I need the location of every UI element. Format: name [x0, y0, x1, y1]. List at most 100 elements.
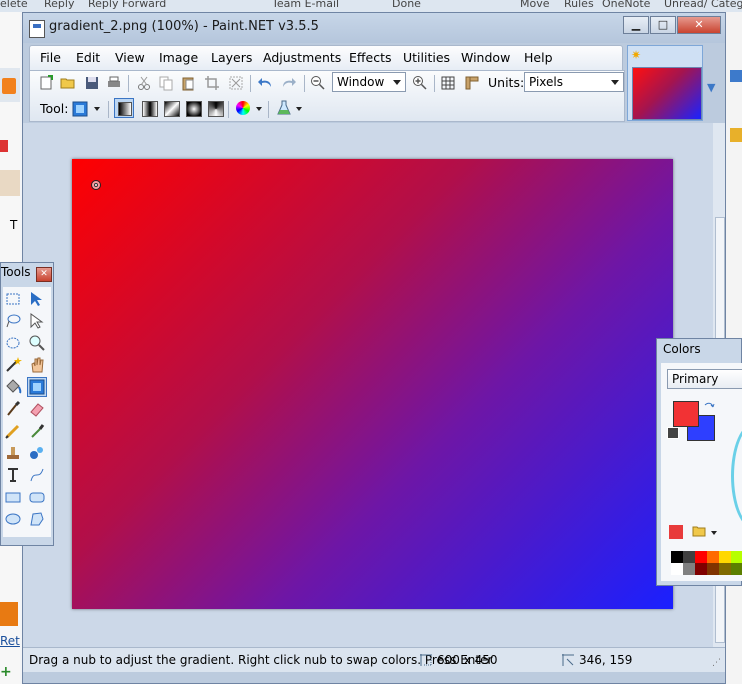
- rectangle-select-icon[interactable]: [3, 289, 23, 309]
- recolor-icon[interactable]: [27, 443, 47, 463]
- current-tool-selector[interactable]: [72, 100, 102, 118]
- maximize-button[interactable]: □: [650, 16, 676, 34]
- minimize-button[interactable]: ▁: [623, 16, 649, 34]
- gradient-nub[interactable]: [91, 180, 101, 190]
- tools-close-button[interactable]: ✕: [36, 267, 52, 282]
- toolbar-separator: [304, 75, 305, 92]
- gradient-icon: [29, 379, 45, 395]
- eraser-icon[interactable]: [27, 399, 47, 419]
- clone-stamp-icon[interactable]: [3, 443, 23, 463]
- colors-window-title[interactable]: Colors: [663, 342, 701, 356]
- palette-swatch[interactable]: [731, 563, 742, 575]
- pan-icon[interactable]: [27, 355, 47, 375]
- color-wheel[interactable]: [731, 423, 742, 529]
- ellipse-icon[interactable]: [3, 509, 23, 529]
- zoom-out-icon[interactable]: [310, 75, 326, 91]
- menu-file[interactable]: File: [40, 50, 61, 65]
- swap-colors-icon[interactable]: [703, 401, 715, 413]
- chevron-down-icon[interactable]: [296, 107, 302, 111]
- grid-icon[interactable]: [440, 75, 456, 91]
- magic-wand-icon[interactable]: [3, 355, 23, 375]
- ellipse-select-icon[interactable]: [3, 333, 23, 353]
- menu-adjustments[interactable]: Adjustments: [263, 50, 341, 65]
- crop-icon[interactable]: [204, 75, 220, 91]
- gradient-tool[interactable]: [27, 377, 47, 397]
- new-file-icon[interactable]: [38, 75, 54, 91]
- rulers-icon[interactable]: [464, 75, 480, 91]
- conical-gradient-icon[interactable]: [208, 101, 224, 117]
- move-selected-icon[interactable]: [27, 311, 47, 331]
- palette-swatch[interactable]: [719, 551, 731, 563]
- color-picker-icon[interactable]: [27, 421, 47, 441]
- move-selection-icon[interactable]: [27, 289, 47, 309]
- toolbar-separator: [128, 75, 129, 92]
- linear-reflected-gradient-icon[interactable]: [142, 101, 158, 117]
- paintbrush-icon[interactable]: [3, 399, 23, 419]
- color-mode-icon[interactable]: [236, 101, 250, 115]
- bg-strip-tan: [0, 170, 20, 196]
- palette-swatch[interactable]: [671, 563, 683, 575]
- close-button[interactable]: ✕: [677, 16, 721, 34]
- diamond-gradient-icon[interactable]: [164, 101, 180, 117]
- copy-icon[interactable]: [158, 75, 174, 91]
- palette-swatch[interactable]: [671, 551, 683, 563]
- paint-bucket-icon[interactable]: [3, 377, 23, 397]
- tabs-overflow-icon[interactable]: ▼: [707, 81, 715, 94]
- palette-swatch[interactable]: [707, 551, 719, 563]
- text-icon[interactable]: [3, 465, 23, 485]
- print-icon[interactable]: [106, 75, 122, 91]
- alpha-blending-icon[interactable]: [276, 100, 292, 116]
- menu-view[interactable]: View: [115, 50, 145, 65]
- menu-help[interactable]: Help: [524, 50, 553, 65]
- chevron-down-icon[interactable]: [711, 531, 717, 535]
- resize-grip-icon[interactable]: ⋰: [712, 658, 721, 668]
- bg-forward-label: Forward: [122, 0, 167, 10]
- menu-effects[interactable]: Effects: [349, 50, 392, 65]
- chevron-down-icon[interactable]: [256, 107, 262, 111]
- freeform-shape-icon[interactable]: [27, 509, 47, 529]
- redo-icon[interactable]: [280, 75, 296, 91]
- bg-left-link[interactable]: Ret: [0, 634, 20, 648]
- gradient-icon: [72, 101, 88, 117]
- zoom-dropdown[interactable]: Window: [332, 72, 406, 92]
- menu-edit[interactable]: Edit: [76, 50, 100, 65]
- image-thumbnail-tab[interactable]: ✷: [627, 45, 703, 121]
- zoom-icon[interactable]: [27, 333, 47, 353]
- radial-gradient-icon[interactable]: [186, 101, 202, 117]
- tools-window-title[interactable]: Tools: [1, 265, 31, 279]
- palette-swatch[interactable]: [695, 551, 707, 563]
- toolbar-separator: [228, 101, 229, 118]
- menu-window[interactable]: Window: [461, 50, 510, 65]
- cursor-position: 346, 159: [579, 653, 633, 667]
- deselect-icon[interactable]: [228, 75, 244, 91]
- reset-colors-icon[interactable]: [667, 427, 679, 439]
- undo-icon[interactable]: [258, 75, 274, 91]
- palette-swatch[interactable]: [695, 563, 707, 575]
- image-canvas[interactable]: [72, 159, 673, 609]
- rectangle-icon[interactable]: [3, 487, 23, 507]
- zoom-in-icon[interactable]: [412, 75, 428, 91]
- color-mode-dropdown[interactable]: Primary: [667, 369, 742, 389]
- menu-image[interactable]: Image: [159, 50, 198, 65]
- palette-swatch[interactable]: [683, 563, 695, 575]
- palette-swatch[interactable]: [731, 551, 742, 563]
- palette-menu-icon[interactable]: [691, 523, 707, 539]
- paste-icon[interactable]: [180, 75, 196, 91]
- lasso-select-icon[interactable]: [3, 311, 23, 331]
- save-icon[interactable]: [84, 75, 100, 91]
- palette-swatch[interactable]: [707, 563, 719, 575]
- primary-color-swatch[interactable]: [673, 401, 699, 427]
- menu-layers[interactable]: Layers: [211, 50, 252, 65]
- linear-gradient-button[interactable]: [114, 98, 134, 118]
- title-bar[interactable]: gradient_2.png (100%) - Paint.NET v3.5.5…: [23, 13, 725, 43]
- line-curve-icon[interactable]: [27, 465, 47, 485]
- menu-utilities[interactable]: Utilities: [403, 50, 450, 65]
- open-file-icon[interactable]: [60, 75, 76, 91]
- cut-icon[interactable]: [136, 75, 152, 91]
- palette-swatch[interactable]: [683, 551, 695, 563]
- units-dropdown[interactable]: Pixels: [524, 72, 624, 92]
- pencil-icon[interactable]: [3, 421, 23, 441]
- rounded-rectangle-icon[interactable]: [27, 487, 47, 507]
- add-to-palette-icon[interactable]: [669, 525, 683, 539]
- palette-swatch[interactable]: [719, 563, 731, 575]
